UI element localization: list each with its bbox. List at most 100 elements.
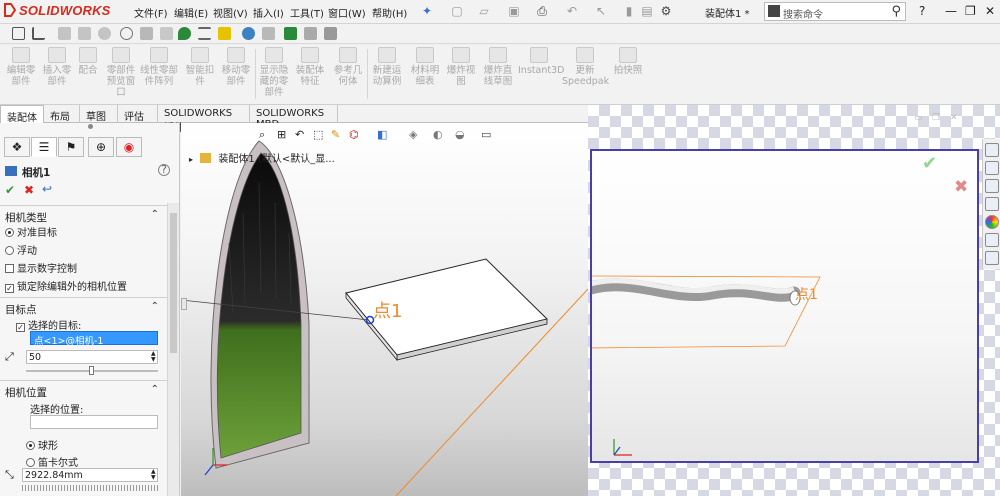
menu-view[interactable]: 视图(V) bbox=[213, 5, 248, 20]
radio-selected-icon[interactable] bbox=[5, 228, 14, 237]
spin-arrows-icon[interactable]: ▲ ▼ bbox=[151, 351, 156, 363]
cmd-assembly-features[interactable]: 装配体 特征 bbox=[292, 47, 328, 87]
cube-icon[interactable] bbox=[140, 27, 153, 40]
cmd-move-component[interactable]: 移动零 部件 bbox=[218, 47, 254, 87]
undo-icon[interactable]: ↶ bbox=[565, 4, 579, 18]
panel-grip-icon[interactable] bbox=[88, 124, 93, 129]
grid-icon[interactable] bbox=[198, 27, 211, 40]
section-view-icon[interactable]: ⬚ bbox=[313, 128, 323, 141]
custom-properties-icon[interactable] bbox=[985, 233, 999, 247]
detailed-preview-icon[interactable]: ↩ bbox=[42, 182, 52, 196]
home-icon[interactable] bbox=[985, 143, 999, 157]
radio-selected-icon[interactable] bbox=[26, 441, 35, 450]
cmd-explode-line-sketch[interactable]: 爆炸直 线草图 bbox=[478, 47, 518, 87]
menu-window[interactable]: 窗口(W) bbox=[328, 5, 366, 20]
cmd-reference-geometry[interactable]: 参考几 何体 bbox=[330, 47, 366, 87]
open-icon[interactable]: ▱ bbox=[477, 4, 491, 18]
help-circle-icon[interactable]: ? bbox=[158, 164, 170, 176]
cmd-component-preview[interactable]: 零部件 预览窗 口 bbox=[102, 47, 140, 98]
distance-input[interactable]: 50 bbox=[26, 350, 158, 364]
dimxpert-tab-icon[interactable]: ⊕ bbox=[88, 137, 114, 157]
zoom-area-icon[interactable]: ⊞ bbox=[277, 128, 286, 141]
checkbox-selected-target[interactable]: ✓ 选择的目标: bbox=[16, 317, 81, 332]
close-window-button[interactable]: ✕ bbox=[985, 4, 995, 18]
zoom-icon[interactable] bbox=[242, 27, 255, 40]
printer-tool-icon[interactable] bbox=[304, 27, 317, 40]
checkbox-show-numeric[interactable]: 显示数字控制 bbox=[5, 260, 77, 275]
display-manager-tab-icon[interactable]: ◉ bbox=[116, 137, 142, 157]
hide-show-items-icon[interactable]: ◈ bbox=[409, 128, 417, 141]
checkbox-lock-position[interactable]: ✓ 锁定除编辑外的相机位置 bbox=[5, 278, 127, 293]
file-explorer-icon[interactable] bbox=[985, 179, 999, 193]
tab-layout[interactable]: 布局 bbox=[44, 105, 80, 123]
target-point-header[interactable]: 目标点 bbox=[5, 302, 37, 317]
appearances-icon[interactable] bbox=[985, 215, 999, 229]
help-icon[interactable]: ? bbox=[919, 4, 925, 18]
spin-arrows-icon[interactable]: ▲ ▼ bbox=[151, 469, 156, 481]
design-library-icon[interactable] bbox=[985, 161, 999, 175]
apply-scene-icon[interactable]: ◒ bbox=[455, 128, 465, 141]
cmd-insert-component[interactable]: 插入零 部件 bbox=[38, 47, 76, 87]
camera-position-header[interactable]: 相机位置 bbox=[5, 385, 47, 400]
checkbox-checked-icon[interactable]: ✓ bbox=[5, 284, 14, 293]
pane-minimize-icon[interactable]: ▭ bbox=[914, 113, 923, 123]
feature-tree-flyout[interactable]: ▸ 装配体1 (默认<默认_显... bbox=[189, 150, 335, 165]
view-icon[interactable] bbox=[262, 27, 275, 40]
options-gear-icon[interactable]: ⚙ bbox=[659, 4, 673, 18]
position-slider[interactable] bbox=[22, 485, 158, 491]
checkbox-checked-icon[interactable]: ✓ bbox=[16, 323, 25, 332]
tab-sketch[interactable]: 草图 bbox=[80, 105, 118, 123]
measure-icon[interactable] bbox=[32, 27, 45, 40]
camera-type-header[interactable]: 相机类型 bbox=[5, 210, 47, 225]
save-icon[interactable]: ▣ bbox=[507, 4, 521, 18]
confirm-check-icon[interactable]: ✔ bbox=[922, 153, 937, 174]
selected-position-field[interactable] bbox=[30, 415, 158, 429]
tab-addins[interactable]: SOLIDWORKS 插件 bbox=[158, 105, 250, 134]
search-input[interactable]: 搜索命令 bbox=[783, 6, 823, 21]
radio-floating[interactable]: 浮动 bbox=[5, 242, 37, 257]
pin-icon[interactable]: ✦ bbox=[420, 4, 434, 18]
forum-icon[interactable] bbox=[985, 251, 999, 265]
hide-show-icon[interactable] bbox=[98, 27, 111, 40]
print-icon[interactable]: ⎙ bbox=[535, 4, 549, 18]
configuration-manager-tab-icon[interactable]: ⚑ bbox=[58, 137, 84, 157]
tab-assembly[interactable]: 装配体 bbox=[0, 105, 44, 124]
camera-tool-icon[interactable] bbox=[324, 27, 337, 40]
menu-tools[interactable]: 工具(T) bbox=[290, 5, 324, 20]
file-properties-icon[interactable]: ▤ bbox=[640, 4, 654, 18]
camera-viewport[interactable]: 点1 ✔ ✖ bbox=[590, 149, 979, 463]
tab-evaluate[interactable]: 评估 bbox=[118, 105, 158, 123]
pane-close-icon[interactable]: ✕ bbox=[950, 113, 958, 123]
sheet-icon[interactable] bbox=[160, 27, 173, 40]
menu-insert[interactable]: 插入(I) bbox=[253, 5, 284, 20]
cmd-edit-component[interactable]: 编辑零 部件 bbox=[4, 47, 38, 87]
expand-arrow-icon[interactable]: ▸ bbox=[189, 155, 193, 164]
menu-file[interactable]: 文件(F) bbox=[134, 5, 168, 20]
menu-edit[interactable]: 编辑(E) bbox=[174, 5, 208, 20]
display-style-icon[interactable]: ◧ bbox=[377, 128, 387, 141]
snap-icon[interactable] bbox=[218, 27, 231, 40]
component-icon[interactable] bbox=[58, 27, 71, 40]
position-distance-input[interactable]: 2922.84mm bbox=[22, 468, 158, 482]
cancel-x-icon[interactable]: ✖ bbox=[24, 183, 34, 197]
zoom-fit-icon[interactable]: ⌕ bbox=[259, 128, 265, 142]
settings-icon[interactable] bbox=[120, 27, 133, 40]
panel-collapse-handle[interactable] bbox=[181, 298, 187, 310]
smart-mate-icon[interactable] bbox=[12, 27, 25, 40]
previous-view-icon[interactable]: ↶ bbox=[295, 128, 304, 141]
cmd-take-snapshot[interactable]: 拍快照 bbox=[610, 47, 646, 76]
slider-thumb[interactable] bbox=[89, 366, 94, 375]
new-document-icon[interactable]: ▢ bbox=[450, 4, 464, 18]
cmd-new-motion-study[interactable]: 新建运 动算例 bbox=[368, 47, 406, 87]
cmd-smart-fasteners[interactable]: 智能扣 件 bbox=[182, 47, 218, 87]
view-settings-icon[interactable]: ▭ bbox=[481, 128, 491, 141]
cmd-exploded-view[interactable]: 爆炸视 图 bbox=[444, 47, 478, 87]
cmd-show-hidden[interactable]: 显示隐 藏的零 部件 bbox=[257, 47, 291, 98]
collapse-camera-type-icon[interactable]: ⌃ bbox=[151, 209, 159, 220]
ok-check-icon[interactable]: ✔ bbox=[5, 183, 15, 197]
tab-mbd[interactable]: SOLIDWORKS MBD bbox=[250, 105, 338, 130]
cmd-update-speedpak[interactable]: 更新 Speedpak bbox=[562, 47, 609, 87]
magnifier-icon[interactable]: ⚲ bbox=[891, 4, 901, 19]
feature-manager-tab-icon[interactable]: ❖ bbox=[4, 137, 30, 157]
edit-appearance-icon[interactable]: ◐ bbox=[433, 128, 443, 141]
